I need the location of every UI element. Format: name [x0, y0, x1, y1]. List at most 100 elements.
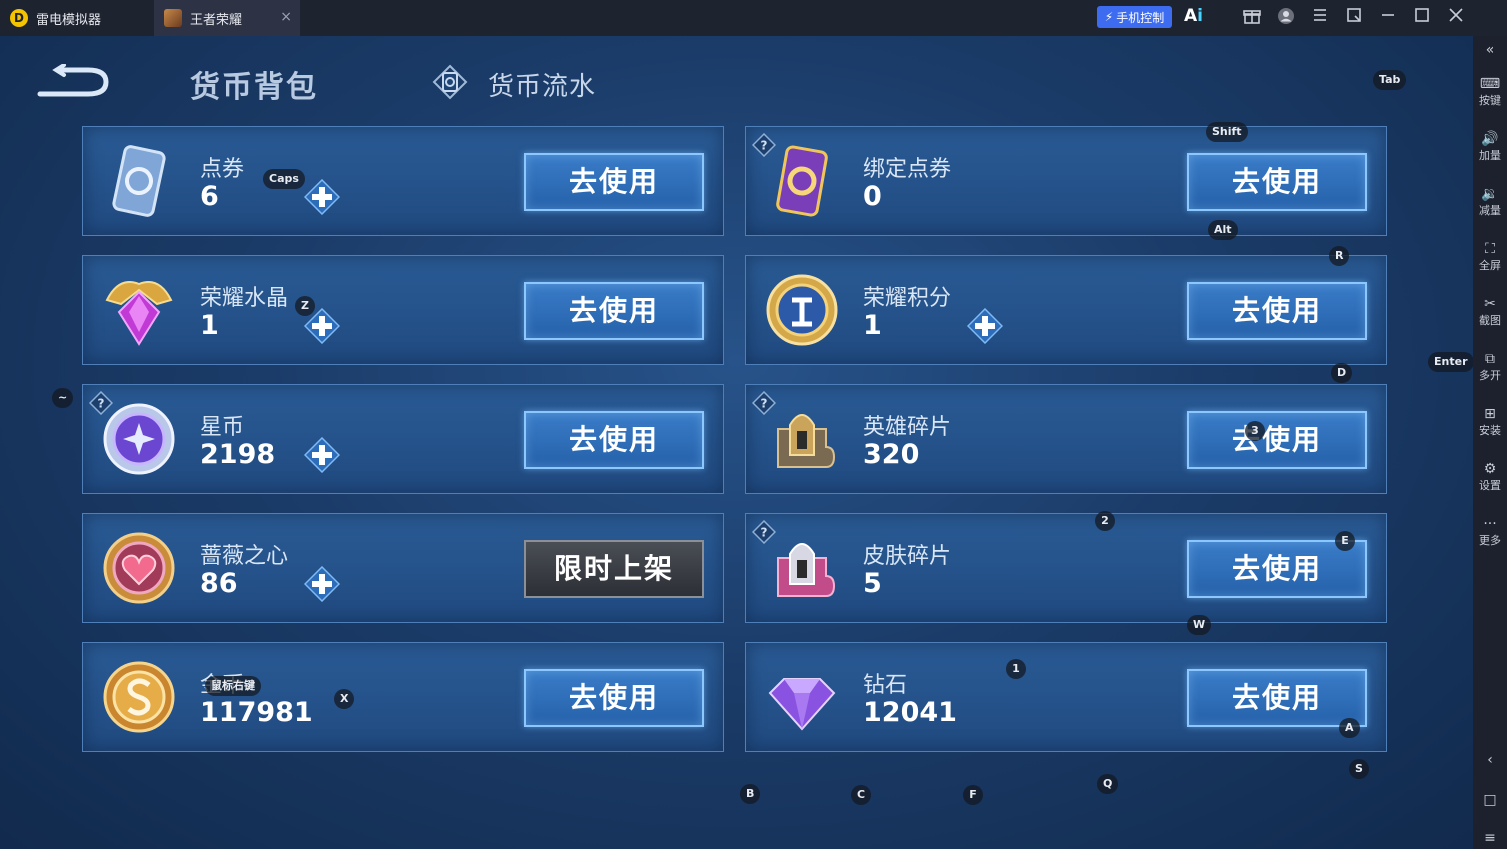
ai-suffix: i [1197, 6, 1203, 26]
use-button[interactable]: 去使用 [1187, 669, 1367, 727]
keymap-hint[interactable]: Tab [1373, 70, 1407, 90]
currency-flow-icon [432, 64, 468, 100]
keymap-hint[interactable]: S [1349, 759, 1369, 779]
keymap-hint[interactable]: C [851, 785, 872, 805]
currency-card-star-coin: ? 星币 2198 去使用 [82, 384, 724, 494]
currency-name: 星币 [200, 415, 245, 440]
currency-card-glory-crystal: 荣耀水晶 1 去使用 [82, 255, 724, 365]
currency-card-glory-points: 荣耀积分 1 去使用 [745, 255, 1387, 365]
currency-card-gold-coin: 金币 117981 去使用 [82, 642, 724, 752]
phone-control-button[interactable]: ⚡ 手机控制 [1097, 6, 1172, 28]
add-currency-button[interactable] [304, 179, 340, 215]
currency-amount: 5 [863, 568, 882, 599]
more-icon: ··· [1483, 516, 1497, 532]
keymap-hint[interactable]: 鼠标右键 [205, 676, 261, 696]
sidebar-item-label: 按键 [1479, 94, 1501, 107]
gift-icon[interactable] [1242, 7, 1262, 27]
nav-back-icon[interactable]: ‹ [1473, 752, 1507, 770]
keymap-hint[interactable]: Shift [1206, 122, 1248, 142]
currency-card-coupon: 点券 6 去使用 [82, 126, 724, 236]
tab-currency-flow[interactable]: 货币流水 [488, 66, 596, 103]
keymap-hint[interactable]: Enter [1428, 352, 1473, 372]
close-window-icon[interactable] [1446, 7, 1466, 27]
window-shrink-icon[interactable] [1344, 7, 1364, 27]
sidebar-item-label: 安装 [1479, 424, 1501, 437]
emulator-logo-icon: D [10, 9, 28, 27]
scissors-icon: ✂ [1484, 296, 1496, 312]
emulator-sidebar: « ⌨ 按键 🔊 加量 🔉 减量 ⛶ 全屏 ✂ 截图 ⧉ 多开 ⊞ 安装 ⚙ 设… [1473, 36, 1507, 849]
nav-home-icon[interactable]: □ [1473, 792, 1507, 810]
keymap-hint[interactable]: A [1339, 718, 1360, 738]
currency-card-skin-fragment: ? 皮肤碎片 5 去使用 [745, 513, 1387, 623]
currency-name: 皮肤碎片 [863, 544, 952, 569]
sidebar-item-label: 更多 [1479, 534, 1501, 547]
currency-card-diamond: 钻石 12041 去使用 [745, 642, 1387, 752]
sidebar-item-multi[interactable]: ⧉ 多开 [1473, 351, 1507, 383]
app-name: 雷电模拟器 [36, 12, 102, 28]
app-tab[interactable]: D 雷电模拟器 [0, 0, 111, 36]
coupon-card-icon [112, 145, 166, 217]
currency-amount: 6 [200, 181, 219, 212]
currency-amount: 2198 [200, 439, 276, 470]
currency-name: 钻石 [863, 673, 908, 698]
sidebar-item-fullscreen[interactable]: ⛶ 全屏 [1473, 241, 1507, 273]
add-currency-button[interactable] [304, 566, 340, 602]
keymap-hint[interactable]: F [963, 785, 983, 805]
keymap-hint[interactable]: Q [1097, 774, 1119, 794]
keymap-hint[interactable]: 3 [1245, 421, 1265, 441]
keymap-hint[interactable]: Z [295, 296, 315, 316]
sidebar-item-settings[interactable]: ⚙ 设置 [1473, 461, 1507, 493]
nav-menu-icon[interactable]: ≡ [1473, 830, 1507, 848]
tab-currency-bag[interactable]: 货币背包 [190, 62, 318, 106]
use-button[interactable]: 去使用 [524, 669, 704, 727]
currency-name: 荣耀水晶 [200, 286, 289, 311]
keymap-hint[interactable]: Alt [1208, 220, 1238, 240]
currency-name: 点券 [200, 157, 245, 182]
currency-amount: 86 [200, 568, 238, 599]
game-tab[interactable]: 王者荣耀 × [154, 0, 300, 36]
use-button[interactable]: 去使用 [1187, 282, 1367, 340]
bound-coupon-card-icon [776, 145, 828, 217]
keymap-hint[interactable]: E [1335, 531, 1355, 551]
ai-button[interactable]: Ai [1184, 6, 1203, 26]
keymap-hint[interactable]: D [1331, 363, 1353, 383]
back-arrow-icon[interactable] [36, 64, 110, 100]
keymap-hint[interactable]: 1 [1006, 659, 1026, 679]
maximize-icon[interactable] [1412, 7, 1432, 27]
keymap-hint[interactable]: 2 [1095, 511, 1115, 531]
keymap-hint[interactable]: W [1187, 615, 1212, 635]
use-button[interactable]: 去使用 [524, 282, 704, 340]
minimize-icon[interactable] [1378, 7, 1398, 27]
phone-control-label: 手机控制 [1116, 10, 1165, 25]
collapse-sidebar-icon[interactable]: « [1473, 42, 1507, 60]
add-currency-button[interactable] [304, 437, 340, 473]
currency-amount: 1 [863, 310, 882, 341]
volume-down-icon: 🔉 [1481, 186, 1499, 202]
sidebar-item-label: 设置 [1479, 479, 1501, 492]
keymap-hint[interactable]: ~ [52, 388, 74, 408]
nav-back-glyph: ‹ [1487, 752, 1493, 768]
add-currency-button[interactable] [967, 308, 1003, 344]
game-avatar-icon [164, 9, 182, 27]
sidebar-item-install[interactable]: ⊞ 安装 [1473, 406, 1507, 438]
multi-instance-icon: ⧉ [1485, 351, 1495, 367]
use-button[interactable]: 去使用 [524, 153, 704, 211]
use-button[interactable]: 去使用 [1187, 153, 1367, 211]
keymap-hint[interactable]: B [740, 784, 761, 804]
sidebar-item-more[interactable]: ··· 更多 [1473, 516, 1507, 548]
keymap-hint[interactable]: Caps [263, 169, 305, 189]
sidebar-item-label: 截图 [1479, 314, 1501, 327]
use-button[interactable]: 去使用 [524, 411, 704, 469]
sidebar-item-volume-up[interactable]: 🔊 加量 [1473, 131, 1507, 163]
sidebar-item-volume-down[interactable]: 🔉 减量 [1473, 186, 1507, 218]
user-avatar-icon[interactable] [1276, 7, 1296, 27]
currency-amount: 12041 [863, 697, 957, 728]
use-button[interactable]: 去使用 [1187, 411, 1367, 469]
sidebar-item-screenshot[interactable]: ✂ 截图 [1473, 296, 1507, 328]
menu-icon[interactable] [1310, 7, 1330, 27]
diamond-icon [768, 678, 836, 731]
install-icon: ⊞ [1484, 406, 1496, 422]
limited-time-button[interactable]: 限时上架 [524, 540, 704, 598]
close-tab-icon[interactable]: × [280, 9, 292, 25]
sidebar-item-keymap[interactable]: ⌨ 按键 [1473, 76, 1507, 108]
